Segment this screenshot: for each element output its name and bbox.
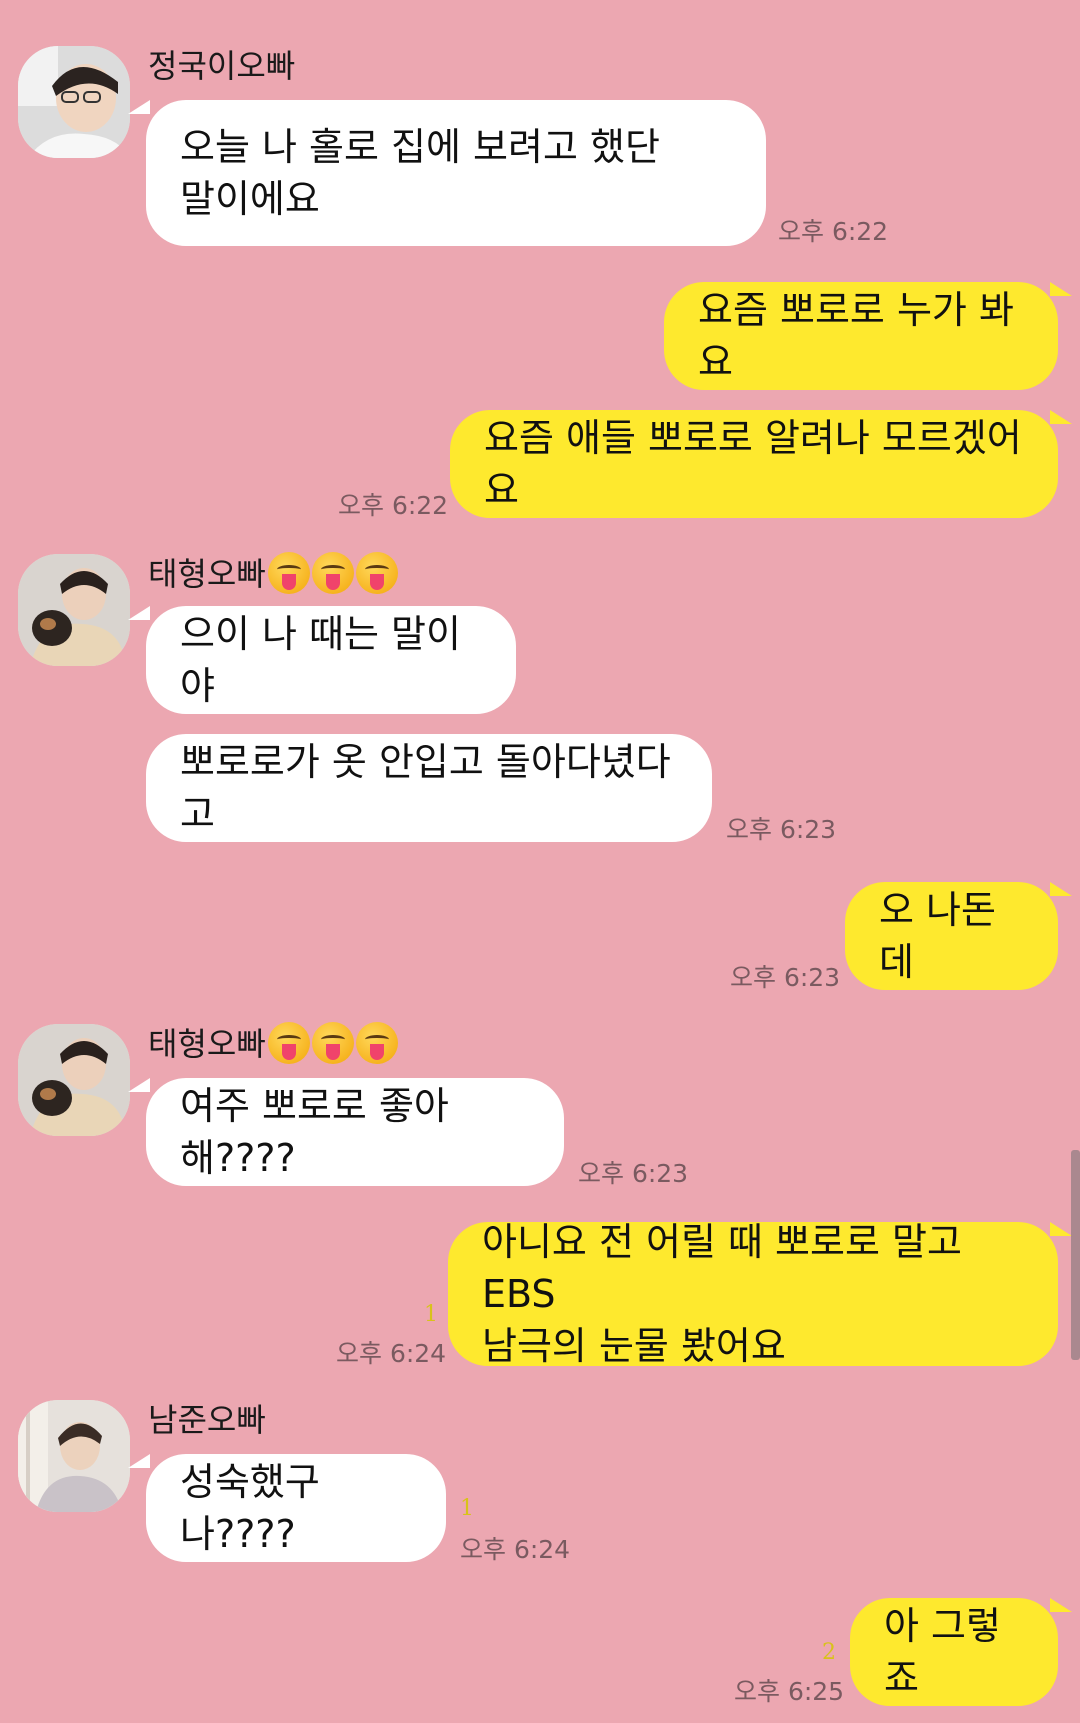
unread-count: 1 [460,1496,474,1521]
sender-name: 정국이오빠 [148,47,296,85]
message-time: 오후 6:23 [730,963,841,992]
sender-name-text: 태형오빠 [148,555,266,593]
message-text: 오늘 나 홀로 집에 보려고 했단 말이에요 [180,121,660,225]
message-time: 오후 6:22 [778,217,889,246]
bubble-tail [1050,410,1072,424]
tongue-face-emoji-icon [355,552,398,594]
bubble-tail [1050,1222,1072,1236]
message-bubble[interactable]: 으이 나 때는 말이야 [146,606,516,714]
bubble-tail [128,1078,150,1092]
scrollbar[interactable] [1071,1150,1080,1360]
sender-name-text: 태형오빠 [148,1025,266,1063]
tongue-face-emoji-icon [355,1022,398,1064]
message-time: 오후 6:23 [726,815,837,844]
message-bubble[interactable]: 뽀로로가 옷 안입고 돌아다녔다고 [146,734,712,842]
message-time: 오후 6:22 [338,491,449,520]
message-text: 성숙했구나???? [180,1460,320,1556]
message-time: 오후 6:24 [460,1535,571,1564]
message-time: 오후 6:25 [734,1677,845,1706]
avatar-taehyung[interactable] [18,1024,130,1136]
message-text: 요즘 뽀로로 누가 봐요 [698,288,1014,384]
bubble-tail [128,606,150,620]
message-text: 오 나돈데 [879,888,996,984]
tongue-face-emoji-icon [311,552,354,594]
message-bubble[interactable]: 여주 뽀로로 좋아해???? [146,1078,564,1186]
avatar-taehyung[interactable] [18,554,130,666]
message-time: 오후 6:24 [336,1339,447,1368]
avatar-image [18,1400,130,1512]
message-bubble[interactable]: 아니요 전 어릴 때 뽀로로 말고 EBS 남극의 눈물 봤어요 [448,1220,1058,1368]
avatar-namjoon[interactable] [18,1400,130,1512]
bubble-tail [1050,282,1072,296]
message-bubble[interactable]: 요즘 애들 뽀로로 알려나 모르겠어요 [450,410,1058,518]
unread-count: 1 [424,1302,438,1327]
message-time: 오후 6:23 [578,1159,689,1188]
message-text: 요즘 애들 뽀로로 알려나 모르겠어요 [484,416,1022,512]
message-text: 여주 뽀로로 좋아해???? [180,1084,449,1180]
message-line: 오늘 나 홀로 집에 보려고 했단 [180,125,660,169]
avatar-image [18,554,130,666]
message-text: 아니요 전 어릴 때 뽀로로 말고 EBS 남극의 눈물 봤어요 [482,1216,1024,1372]
message-text: 아 그렇죠 [884,1604,1001,1700]
message-line: 아니요 전 어릴 때 뽀로로 말고 EBS [482,1220,962,1316]
message-text: 뽀로로가 옷 안입고 돌아다녔다고 [180,740,671,836]
sender-name: 태형오빠 [148,552,398,597]
tongue-face-emoji-icon [267,552,310,594]
unread-count: 2 [822,1640,836,1665]
message-bubble[interactable]: 오늘 나 홀로 집에 보려고 했단 말이에요 [146,100,766,246]
message-line: 남극의 눈물 봤어요 [482,1324,786,1368]
tongue-face-emoji-icon [311,1022,354,1064]
message-bubble[interactable]: 오 나돈데 [845,882,1058,990]
bubble-tail [1050,882,1072,896]
avatar-image [18,1024,130,1136]
message-text: 으이 나 때는 말이야 [180,612,461,708]
message-bubble[interactable]: 아 그렇죠 [850,1598,1058,1706]
avatar-image [18,46,130,158]
tongue-face-emoji-icon [267,1022,310,1064]
sender-name: 태형오빠 [148,1022,398,1067]
bubble-tail [128,1454,150,1468]
message-bubble[interactable]: 성숙했구나???? [146,1454,446,1562]
bubble-tail [1050,1598,1072,1612]
avatar-jungkook[interactable] [18,46,130,158]
sender-name: 남준오빠 [148,1401,266,1439]
message-bubble[interactable]: 요즘 뽀로로 누가 봐요 [664,282,1058,390]
bubble-tail [128,100,150,114]
message-line: 말이에요 [180,177,320,221]
